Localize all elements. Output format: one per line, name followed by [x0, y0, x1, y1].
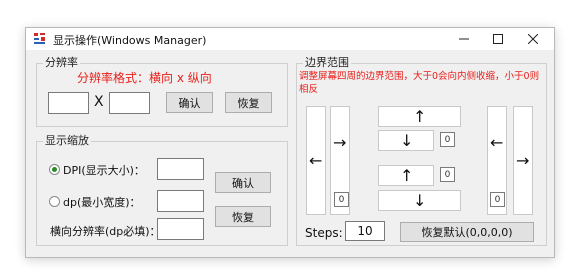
scaling-restore-button[interactable]: 恢复 — [215, 206, 271, 227]
dp-input[interactable] — [157, 190, 204, 212]
resolution-x-separator: X — [94, 94, 104, 110]
bottom-margin-down-panel[interactable]: ↓ — [378, 190, 461, 211]
app-window: 显示操作(Windows Manager) 分辨率 分辨率格式：横向 x 纵向 … — [25, 27, 555, 258]
resolution-group: 分辨率 分辨率格式：横向 x 纵向 X 确认 恢复 — [36, 56, 288, 127]
bottom-margin-value[interactable]: 0 — [440, 167, 455, 182]
maximize-icon — [493, 34, 503, 44]
bottom-margin-up-panel[interactable]: ↑ — [378, 165, 434, 186]
left-arrow-icon: ← — [490, 133, 504, 152]
scaling-group-title: 显示缩放 — [43, 134, 91, 148]
scaling-confirm-button[interactable]: 确认 — [215, 172, 271, 193]
dpi-input[interactable] — [157, 158, 204, 180]
close-icon — [528, 34, 538, 44]
left-arrow-icon: ← — [309, 151, 323, 170]
border-group-title: 边界范围 — [303, 56, 351, 70]
dpi-label: DPI(显示大小)： — [63, 164, 145, 177]
steps-label: Steps: — [305, 226, 343, 240]
border-hint: 调整屏幕四周的边界范围，大于0会向内侧收缩，小于0则相反 — [299, 71, 540, 95]
resolution-width-input[interactable] — [48, 92, 89, 114]
steps-input[interactable]: 10 — [345, 221, 385, 241]
top-margin-value[interactable]: 0 — [440, 132, 455, 147]
app-icon — [33, 32, 46, 45]
up-arrow-icon: ↑ — [400, 166, 414, 185]
resolution-height-input[interactable] — [109, 92, 150, 114]
right-margin-shrink-panel[interactable]: → — [513, 106, 533, 215]
down-arrow-icon: ↓ — [400, 131, 414, 150]
left-margin-value[interactable]: 0 — [334, 192, 349, 207]
resolution-confirm-button[interactable]: 确认 — [166, 92, 213, 113]
resolution-format-hint: 分辨率格式：横向 x 纵向 — [77, 71, 212, 85]
title-bar[interactable]: 显示操作(Windows Manager) — [26, 28, 554, 50]
maximize-button[interactable] — [481, 28, 515, 50]
reset-default-button[interactable]: 恢复默认(0,0,0,0) — [400, 222, 534, 242]
minimize-button[interactable] — [447, 28, 481, 50]
down-arrow-icon: ↓ — [413, 191, 427, 210]
window-title: 显示操作(Windows Manager) — [53, 34, 207, 47]
dp-width-label: 横向分辨率(dp必填)： — [50, 225, 161, 238]
border-group: 边界范围 调整屏幕四周的边界范围，大于0会向内侧收缩，小于0则相反 ← → 0 … — [296, 56, 547, 246]
minimize-icon — [459, 38, 469, 40]
scaling-group: 显示缩放 DPI(显示大小)： dp(最小宽度)： 横向分辨率(dp必填)： 确… — [36, 134, 288, 246]
dp-width-input[interactable] — [157, 218, 204, 240]
right-arrow-icon: → — [516, 151, 530, 170]
top-margin-up-panel[interactable]: ↑ — [378, 106, 461, 127]
left-margin-shrink-panel[interactable]: ← — [306, 106, 326, 215]
dp-label: dp(最小宽度)： — [63, 196, 141, 209]
right-margin-value[interactable]: 0 — [490, 192, 505, 207]
top-margin-down-panel[interactable]: ↓ — [378, 130, 434, 151]
dpi-radio[interactable] — [49, 164, 60, 175]
dp-radio[interactable] — [49, 196, 60, 207]
up-arrow-icon: ↑ — [413, 107, 427, 126]
resolution-restore-button[interactable]: 恢复 — [225, 92, 272, 113]
right-arrow-icon: → — [333, 133, 347, 152]
close-button[interactable] — [516, 28, 550, 50]
resolution-group-title: 分辨率 — [43, 56, 80, 70]
